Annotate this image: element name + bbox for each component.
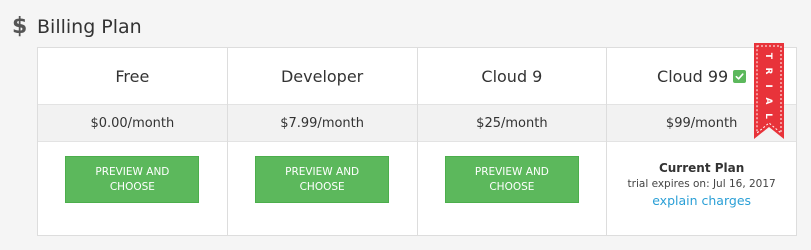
plan-name-row: Developer xyxy=(228,48,417,104)
plans-table: Free $0.00/month PREVIEW AND CHOOSE Deve… xyxy=(37,43,797,236)
plan-name: Free xyxy=(115,66,150,86)
plan-name-row: Cloud 9 xyxy=(418,48,607,104)
ribbon-letter: L xyxy=(763,113,773,119)
section-header: $ Billing Plan xyxy=(12,12,142,42)
explain-charges-link[interactable]: explain charges xyxy=(628,192,776,209)
plan-price: $25/month xyxy=(476,115,548,131)
trial-expires-text: trial expires on: Jul 16, 2017 xyxy=(627,178,776,190)
preview-and-choose-button[interactable]: PREVIEW AND CHOOSE xyxy=(255,156,390,203)
plan-name-row: Free xyxy=(38,48,227,104)
plan-name: Developer xyxy=(280,66,364,86)
preview-and-choose-button[interactable]: PREVIEW AND CHOOSE xyxy=(444,156,579,203)
plan-free: Free $0.00/month PREVIEW AND CHOOSE xyxy=(38,48,228,235)
plan-name: Cloud 99 xyxy=(657,66,729,86)
plan-name: Cloud 9 xyxy=(481,66,543,86)
action-row: PREVIEW AND CHOOSE xyxy=(38,142,227,235)
trial-ribbon: T R I A L xyxy=(754,43,784,139)
current-plan-label: Current Plan xyxy=(658,161,745,175)
price-row: $0.00/month xyxy=(38,104,227,142)
plan-cloud-99: Cloud 99 $99/month Current Plan trial ex… xyxy=(607,43,796,235)
plan-price: $7.99/month xyxy=(280,115,365,131)
current-plan-block: Current Plan trial expires on: Jul 16, 2… xyxy=(628,156,776,209)
price-row: $7.99/month xyxy=(227,104,417,142)
action-row: PREVIEW AND CHOOSE xyxy=(418,142,607,235)
action-row: PREVIEW AND CHOOSE xyxy=(228,142,417,235)
ribbon-letter: A xyxy=(763,98,773,105)
price-row: $25/month xyxy=(417,104,607,142)
dollar-icon: $ xyxy=(12,14,28,39)
check-icon xyxy=(733,69,747,83)
plan-developer: Developer $7.99/month PREVIEW AND CHOOSE xyxy=(227,48,418,235)
plan-cloud-9: Cloud 9 $25/month PREVIEW AND CHOOSE xyxy=(417,48,608,235)
section-title: Billing Plan xyxy=(37,16,142,38)
ribbon-letter: T xyxy=(763,53,773,60)
ribbon-letter: R xyxy=(763,68,773,75)
plan-price: $0.00/month xyxy=(90,115,175,131)
action-row: Current Plan trial expires on: Jul 16, 2… xyxy=(607,142,796,235)
ribbon-letter: I xyxy=(763,84,773,87)
plan-price: $99/month xyxy=(665,115,738,131)
preview-and-choose-button[interactable]: PREVIEW AND CHOOSE xyxy=(65,156,200,203)
